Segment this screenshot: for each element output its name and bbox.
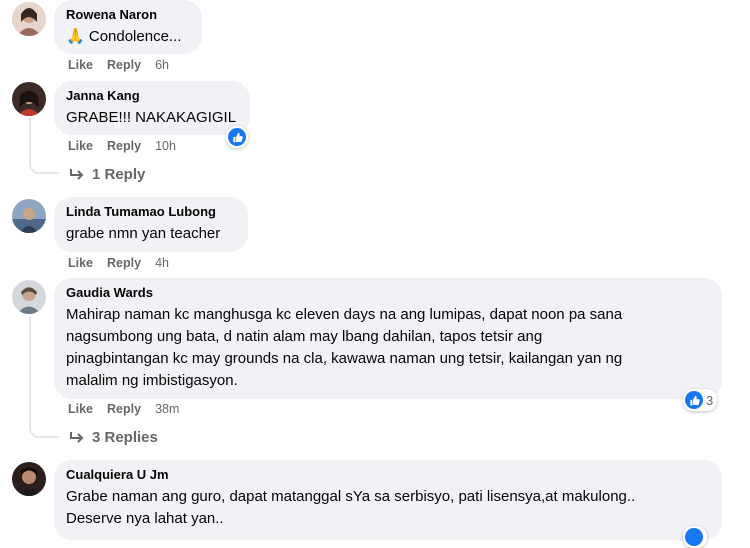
comment-text: grabe nmn yan teacher	[66, 225, 221, 242]
reply-button[interactable]: Reply	[107, 402, 141, 416]
comment-bubble: Linda Tumamao Lubong grabe nmn yan teach…	[54, 197, 248, 252]
praying-hands-emoji: 🙏	[66, 28, 85, 45]
reply-arrow-icon	[70, 169, 84, 180]
reply-arrow-icon	[70, 432, 84, 443]
comment-text: Grabe naman ang guro, dapat matanggal sY…	[66, 486, 710, 530]
comment-author[interactable]: Gaudia Wards	[66, 285, 710, 301]
avatar[interactable]	[12, 199, 46, 233]
comment-line: pinagbintangan kc may grounds na cla, ka…	[66, 350, 623, 367]
comment-time[interactable]: 38m	[155, 402, 179, 416]
like-icon	[685, 391, 703, 409]
comment-author[interactable]: Linda Tumamao Lubong	[66, 204, 236, 220]
comment-bubble: Gaudia Wards Mahirap naman kc manghusga …	[54, 278, 722, 399]
like-button[interactable]: Like	[68, 402, 93, 416]
view-replies-button[interactable]: 3 Replies	[68, 428, 158, 448]
comment-text: Mahirap naman kc manghusga kc eleven day…	[66, 304, 710, 392]
comment-line: Condolence...	[88, 28, 182, 45]
comment-text: 🙏 Condolence...	[66, 26, 190, 48]
comment-line: Deserve nya lahat yan..	[66, 510, 224, 527]
comment-actions: Like Reply 38m	[68, 401, 179, 417]
avatar[interactable]	[12, 280, 46, 314]
comment-author[interactable]: Rowena Naron	[66, 7, 190, 23]
comment-bubble: Cualquiera U Jm Grabe naman ang guro, da…	[54, 460, 722, 540]
thread-line	[29, 316, 59, 438]
comment-line: malalim ng imbistigasyon.	[66, 372, 238, 389]
reaction-summary[interactable]: 3	[683, 389, 718, 411]
reply-button[interactable]: Reply	[107, 139, 141, 153]
like-icon	[228, 128, 246, 146]
comment-actions: Like Reply 10h	[68, 138, 176, 154]
like-icon	[685, 528, 703, 546]
like-button[interactable]: Like	[68, 58, 93, 72]
comment-line: nagsumbong ung bata, d natin alam may lb…	[66, 328, 543, 345]
comment-text: GRABE!!! NAKAKAGIGIL	[66, 109, 237, 126]
reaction-count: 3	[706, 392, 714, 408]
comment-line: Mahirap naman kc manghusga kc eleven day…	[66, 306, 623, 323]
reply-button[interactable]: Reply	[107, 58, 141, 72]
comment-author[interactable]: Janna Kang	[66, 88, 238, 104]
reaction-summary[interactable]	[226, 126, 248, 148]
comment-line: Grabe naman ang guro, dapat matanggal sY…	[66, 488, 636, 505]
reply-button[interactable]: Reply	[107, 256, 141, 270]
comment-time[interactable]: 6h	[155, 58, 169, 72]
replies-count: 1 Reply	[92, 166, 146, 183]
comment-bubble: Rowena Naron 🙏 Condolence...	[54, 0, 202, 54]
avatar[interactable]	[12, 2, 46, 36]
comment-actions: Like Reply 6h	[68, 57, 169, 73]
comment-author[interactable]: Cualquiera U Jm	[66, 467, 710, 483]
like-button[interactable]: Like	[68, 256, 93, 270]
view-replies-button[interactable]: 1 Reply	[68, 165, 145, 185]
avatar[interactable]	[12, 82, 46, 116]
avatar[interactable]	[12, 462, 46, 496]
thread-line	[29, 118, 59, 174]
comment-bubble: Janna Kang GRABE!!! NAKAKAGIGIL	[54, 81, 250, 135]
replies-count: 3 Replies	[92, 429, 158, 446]
reaction-summary[interactable]	[683, 526, 707, 548]
comment-actions: Like Reply 4h	[68, 255, 169, 271]
like-button[interactable]: Like	[68, 139, 93, 153]
comment-time[interactable]: 4h	[155, 256, 169, 270]
comment-time[interactable]: 10h	[155, 139, 176, 153]
